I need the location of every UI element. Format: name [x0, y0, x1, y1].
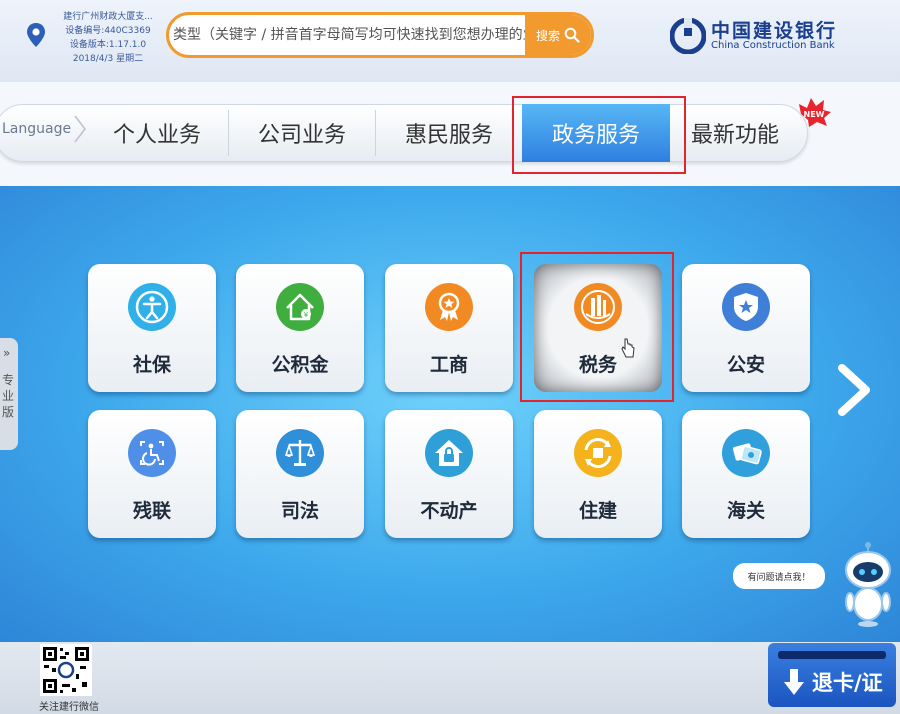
tile-label: 司法 — [280, 500, 319, 522]
branch-name: 建行广州财政大厦支... — [63, 12, 153, 22]
bank-name-cn: 中国建设银行 — [711, 20, 838, 42]
tab-government-services[interactable]: 政务服务 — [522, 104, 670, 162]
card-slot — [778, 651, 886, 659]
svg-text:¥: ¥ — [304, 311, 309, 319]
scales-icon — [276, 429, 324, 477]
service-tile-housing-fund[interactable]: ¥ 公积金 — [236, 264, 364, 392]
double-chevron-icon: » — [3, 346, 11, 360]
tile-label: 公积金 — [271, 354, 329, 376]
person-icon — [128, 283, 176, 331]
search-input[interactable] — [169, 15, 525, 55]
tab-label: 公司业务 — [257, 123, 346, 148]
service-tile-disabled-federation[interactable]: 残联 — [88, 410, 216, 538]
tab-public-welfare[interactable]: 惠民服务 — [376, 104, 522, 162]
pro-version-toggle[interactable]: » 专业版 — [0, 338, 18, 450]
arrow-down-icon — [784, 669, 804, 695]
qr-label: 关注建行微信 — [39, 702, 99, 713]
customs-icon — [722, 429, 770, 477]
service-tile-public-security[interactable]: 公安 — [682, 264, 810, 392]
new-badge-text: NEW — [804, 110, 825, 119]
tab-label: 最新功能 — [690, 123, 779, 148]
help-bubble[interactable]: 有问题请点我！ — [733, 563, 825, 589]
bank-name-en: China Construction Bank — [711, 40, 835, 51]
device-date: 2018/4/3 星期二 — [72, 54, 144, 64]
tile-label: 税务 — [578, 354, 617, 376]
service-tile-real-estate[interactable]: 不动产 — [385, 410, 513, 538]
tile-label: 公安 — [726, 354, 765, 376]
tab-label: 惠民服务 — [404, 123, 493, 148]
service-tile-customs[interactable]: 海关 — [682, 410, 810, 538]
tile-label: 社保 — [132, 354, 171, 376]
device-info: 建行广州财政大厦支... 设备编号:440C3369 设备版本:1.17.1.0… — [52, 10, 164, 66]
service-tile-judicial[interactable]: 司法 — [236, 410, 364, 538]
tile-label: 海关 — [726, 500, 765, 522]
tab-new-features[interactable]: 最新功能 — [676, 104, 794, 162]
service-tile-business-admin[interactable]: 工商 — [385, 264, 513, 392]
service-tile-taxation[interactable]: 税务 — [534, 264, 662, 392]
new-badge-icon: NEW — [799, 98, 831, 127]
search-button[interactable]: 搜索 — [525, 15, 591, 55]
tab-personal-business[interactable]: 个人业务 — [86, 104, 228, 162]
service-tile-construction[interactable]: 住建 — [534, 410, 662, 538]
device-number: 设备编号:440C3369 — [65, 26, 151, 36]
location-pin-icon — [27, 23, 45, 47]
award-icon — [425, 283, 473, 331]
construction-icon — [574, 429, 622, 477]
tab-label: 政务服务 — [551, 123, 640, 148]
police-shield-icon — [722, 283, 770, 331]
chevron-right-icon — [74, 115, 86, 143]
search-box: 搜索 — [166, 12, 594, 58]
service-tile-social-security[interactable]: 社保 — [88, 264, 216, 392]
hand-cursor-icon — [621, 338, 635, 358]
device-version: 设备版本:1.17.1.0 — [69, 40, 147, 50]
tab-label: 个人业务 — [112, 123, 201, 148]
ccb-logo-icon — [670, 18, 706, 54]
next-page-arrow-icon[interactable] — [832, 362, 876, 418]
qr-code-icon — [40, 644, 92, 696]
tile-label: 残联 — [132, 500, 171, 522]
pro-version-label: 专业版 — [2, 373, 15, 419]
tile-label: 不动产 — [420, 500, 478, 522]
search-icon — [564, 27, 580, 43]
tile-label: 住建 — [578, 500, 617, 522]
search-button-label: 搜索 — [535, 28, 560, 43]
house-lock-icon — [425, 429, 473, 477]
language-button[interactable]: Language — [2, 121, 71, 137]
eject-card-label: 退卡/证 — [812, 671, 883, 695]
tile-label: 工商 — [429, 354, 468, 376]
footer-bar — [0, 642, 900, 714]
tax-building-icon — [574, 283, 622, 331]
eject-card-button[interactable]: 退卡/证 — [768, 643, 896, 707]
house-fund-icon: ¥ — [276, 283, 324, 331]
header-bar: 建行广州财政大厦支... 设备编号:440C3369 设备版本:1.17.1.0… — [0, 0, 900, 82]
tab-corporate-business[interactable]: 公司业务 — [229, 104, 375, 162]
disability-icon — [128, 429, 176, 477]
robot-assistant-icon[interactable] — [840, 542, 896, 628]
